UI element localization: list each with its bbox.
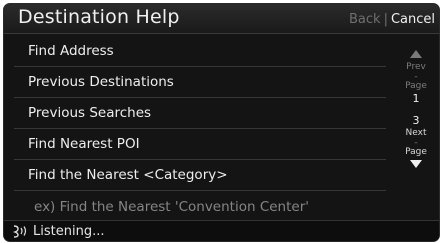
page-label-bottom: Page xyxy=(405,147,427,157)
next-dash: - xyxy=(414,138,418,148)
page-title: Destination Help xyxy=(18,6,180,28)
list-item-previous-searches[interactable]: Previous Searches xyxy=(14,98,386,129)
cancel-button[interactable]: Cancel xyxy=(391,12,435,27)
header-actions: Back | Cancel xyxy=(349,12,435,27)
list-item-find-address[interactable]: Find Address xyxy=(14,36,386,67)
list-item-find-nearest-poi[interactable]: Find Nearest POI xyxy=(14,129,386,160)
page-down-icon[interactable] xyxy=(410,160,422,168)
status-bar: Listening... xyxy=(4,220,439,241)
example-text: ex) Find the Nearest 'Convention Center' xyxy=(34,198,309,215)
header-separator: | xyxy=(383,12,388,27)
current-page: 1 xyxy=(412,92,420,105)
list-item-previous-destinations[interactable]: Previous Destinations xyxy=(14,67,386,98)
pager: Prev - Page 1 3 Next - Page xyxy=(396,44,436,224)
prev-dash: - xyxy=(414,72,418,82)
help-command-list: Find Address Previous Destinations Previ… xyxy=(14,36,386,222)
page-up-icon[interactable] xyxy=(410,50,422,58)
list-item-find-nearest-category[interactable]: Find the Nearest <Category> xyxy=(14,160,386,191)
back-button[interactable]: Back xyxy=(349,12,381,27)
total-pages: 3 xyxy=(412,114,420,127)
destination-help-screen: Destination Help Back | Cancel Find Addres… xyxy=(3,3,440,242)
status-text: Listening... xyxy=(33,223,105,239)
header-bar: Destination Help Back | Cancel xyxy=(4,4,439,34)
page-label-top: Page xyxy=(405,81,427,91)
voice-icon xyxy=(12,225,27,238)
